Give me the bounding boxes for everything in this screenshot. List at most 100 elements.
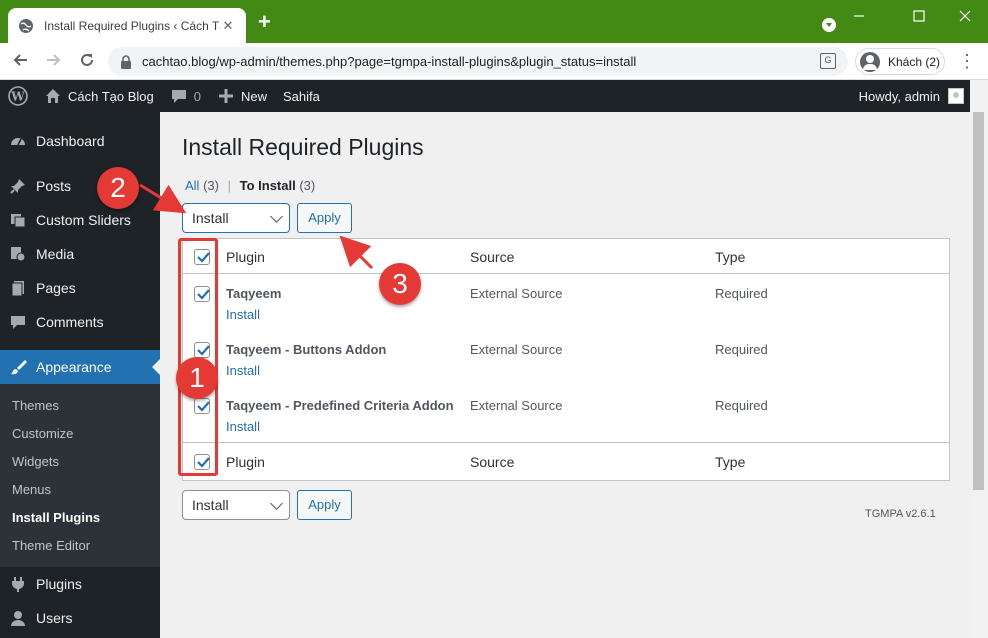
sidebar-item-dashboard[interactable]: Dashboard	[0, 124, 160, 158]
page-icon	[8, 278, 28, 298]
plugin-source: External Source	[470, 342, 563, 357]
plugin-source: External Source	[470, 398, 563, 413]
plugin-type: Required	[715, 286, 768, 301]
comment-icon	[171, 90, 186, 103]
plugin-type: Required	[715, 398, 768, 413]
column-header-plugin: Plugin	[226, 249, 265, 265]
brush-icon	[8, 357, 28, 377]
forward-icon[interactable]	[42, 51, 64, 73]
media-icon	[8, 244, 28, 264]
sidebar-item-media[interactable]: Media	[0, 237, 160, 271]
new-tab-icon[interactable]: +	[258, 11, 271, 33]
sidebar-item-label: Appearance	[36, 359, 112, 375]
chevron-down-icon	[270, 210, 283, 223]
sidebar-item-label: Dashboard	[36, 133, 105, 149]
plugin-name: Taqyeem - Buttons Addon	[226, 342, 387, 357]
filter-separator: |	[227, 178, 231, 193]
plugins-table: Plugin Source Type Taqyeem Install Exter…	[182, 238, 950, 481]
plugin-type: Required	[715, 342, 768, 357]
annotation-badge-3: 3	[379, 263, 421, 305]
profile-name: Khách (2)	[888, 54, 941, 69]
sidebar-item-appearance[interactable]: Appearance	[0, 350, 160, 384]
browser-menu-icon[interactable]: ⋮	[958, 50, 976, 72]
submenu-item-widgets[interactable]: Widgets	[12, 454, 59, 469]
tab-title: Install Required Plugins ‹ Cách Tạ	[44, 18, 220, 33]
chevron-down-icon	[270, 497, 283, 510]
apply-button-bottom[interactable]: Apply	[297, 490, 352, 520]
my-account-link[interactable]: Howdy, admin	[859, 80, 964, 112]
user-icon	[8, 608, 28, 628]
sidebar-item-custom-sliders[interactable]: Custom Sliders	[0, 203, 160, 237]
avatar-icon	[860, 51, 880, 72]
main-content: Install Required Plugins All (3) | To In…	[160, 112, 970, 638]
reload-icon[interactable]	[76, 51, 98, 73]
lock-icon	[121, 54, 131, 69]
plus-icon	[219, 89, 233, 103]
filter-all-count: (3)	[203, 178, 219, 193]
sidebar-item-label: Pages	[36, 280, 76, 296]
tgmpa-version: TGMPA v2.6.1	[865, 508, 936, 520]
apply-button-top[interactable]: Apply	[297, 203, 352, 233]
annotation-badge-2: 2	[97, 167, 139, 209]
site-name-link[interactable]: Cách Tạo Blog	[36, 80, 162, 112]
back-icon[interactable]	[10, 51, 32, 73]
minimize-icon[interactable]	[844, 4, 874, 28]
site-name: Cách Tạo Blog	[68, 88, 154, 104]
new-label: New	[241, 88, 268, 104]
sidebar-item-label: Custom Sliders	[36, 212, 131, 228]
plugin-name: Taqyeem - Predefined Criteria Addon	[226, 398, 454, 413]
install-link[interactable]: Install	[226, 419, 260, 434]
sidebar-item-users[interactable]: Users	[0, 601, 160, 635]
slides-icon	[8, 210, 28, 230]
bulk-action-value: Install	[192, 497, 229, 513]
globe-icon	[19, 18, 33, 33]
sidebar-item-label: Posts	[36, 178, 72, 194]
url-text: cachtao.blog/wp-admin/themes.php?page=tg…	[142, 54, 637, 69]
comments-link[interactable]: 0	[162, 80, 209, 112]
close-window-icon[interactable]	[950, 4, 980, 28]
filter-to-install-link[interactable]: To Install	[240, 178, 296, 193]
column-footer-plugin: Plugin	[226, 454, 265, 470]
bulk-action-select-top[interactable]: Install	[182, 203, 290, 233]
howdy-text: Howdy, admin	[858, 88, 940, 104]
install-link[interactable]: Install	[226, 363, 260, 378]
close-tab-icon[interactable]: ✕	[220, 18, 236, 34]
admin-avatar	[948, 88, 964, 104]
wp-logo-icon[interactable]: W	[0, 80, 36, 112]
sidebar-item-label: Media	[36, 246, 75, 262]
home-icon	[46, 89, 60, 103]
translate-icon[interactable]: G	[820, 53, 836, 69]
submenu-item-theme-editor[interactable]: Theme Editor	[12, 538, 90, 553]
sidebar-item-pages[interactable]: Pages	[0, 271, 160, 305]
page-title: Install Required Plugins	[182, 134, 424, 160]
column-footer-type: Type	[715, 454, 746, 470]
plugin-source: External Source	[470, 286, 563, 301]
submenu-item-install-plugins[interactable]: Install Plugins	[12, 510, 100, 525]
sidebar-item-plugins[interactable]: Plugins	[0, 567, 160, 601]
bulk-action-select-bottom[interactable]: Install	[182, 490, 290, 520]
annotation-badge-1: 1	[176, 357, 218, 399]
filter-to-install-count: (3)	[299, 178, 316, 193]
browser-tab-bar: Install Required Plugins ‹ Cách Tạ ✕ +	[0, 0, 988, 43]
table-footer: Plugin Source Type	[183, 442, 949, 480]
sidebar-item-comments[interactable]: Comments	[0, 305, 160, 339]
install-link[interactable]: Install	[226, 307, 260, 322]
comments-count: 0	[193, 88, 201, 104]
theme-link[interactable]: Sahifa	[275, 80, 328, 112]
scrollbar-thumb[interactable]	[973, 112, 984, 490]
profile-button[interactable]: Khách (2)	[855, 48, 945, 75]
submenu-item-customize[interactable]: Customize	[12, 426, 73, 441]
sidebar-item-label: Users	[36, 610, 73, 626]
tab-search-icon[interactable]	[822, 18, 836, 32]
column-header-type: Type	[715, 249, 746, 265]
sidebar-item-label: Comments	[36, 314, 104, 330]
new-content-link[interactable]: New	[209, 80, 275, 112]
browser-tab[interactable]: Install Required Plugins ‹ Cách Tạ ✕	[8, 8, 246, 43]
plugin-name: Taqyeem	[226, 286, 282, 301]
url-bar[interactable]: cachtao.blog/wp-admin/themes.php?page=tg…	[108, 47, 848, 76]
submenu-item-menus[interactable]: Menus	[12, 482, 51, 497]
filter-all-link[interactable]: All	[185, 178, 199, 193]
column-header-source: Source	[470, 249, 515, 265]
maximize-icon[interactable]	[904, 4, 934, 28]
submenu-item-themes[interactable]: Themes	[12, 398, 59, 413]
